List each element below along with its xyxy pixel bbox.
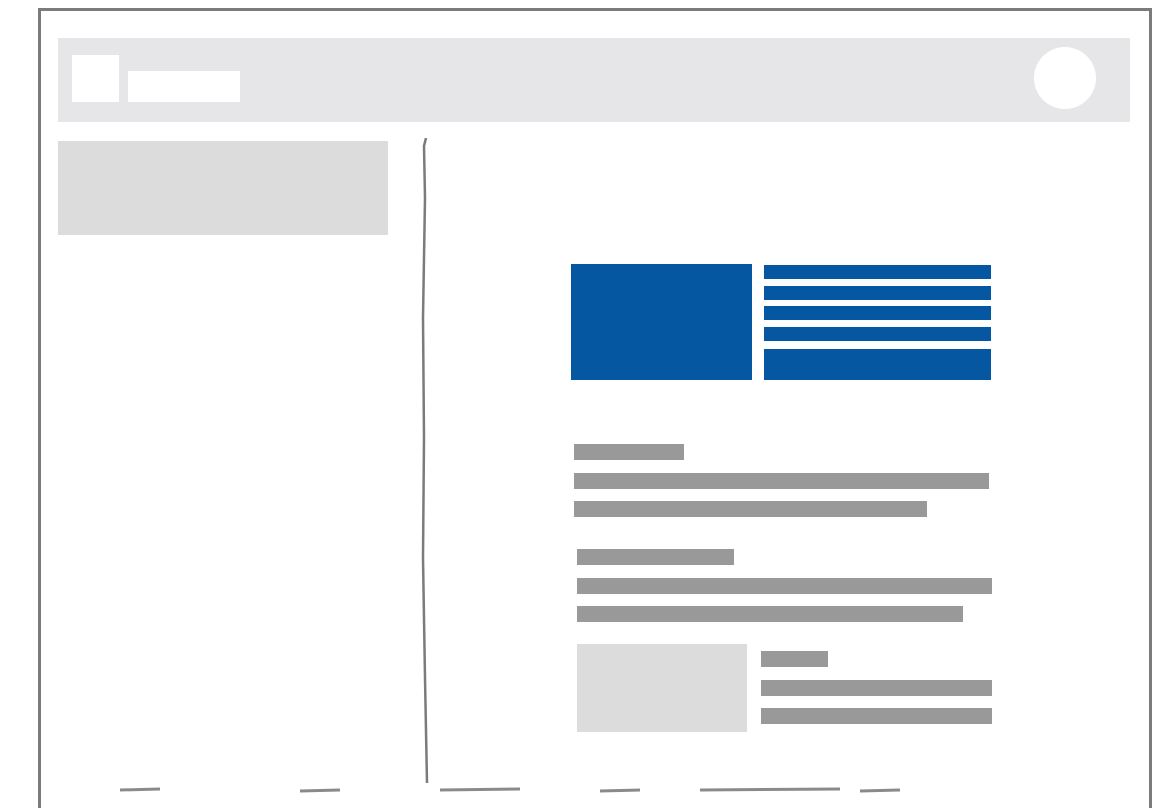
hero-action-button[interactable]	[764, 349, 991, 380]
brand-title-placeholder[interactable]	[128, 71, 240, 102]
hero-image-placeholder	[571, 264, 752, 380]
hero-text-line	[764, 327, 991, 341]
media-body-line	[761, 708, 992, 724]
hero-text-line	[764, 306, 991, 320]
media-thumbnail-placeholder[interactable]	[577, 644, 747, 732]
section-body-line	[574, 501, 927, 517]
section-body-line	[577, 606, 963, 622]
logo-icon[interactable]	[72, 55, 119, 102]
sidebar-panel[interactable]	[58, 141, 388, 235]
hero-text-line	[764, 265, 991, 279]
hero-text-line	[764, 286, 991, 300]
frame-bottom-edge	[119, 787, 901, 793]
section-body-line	[574, 473, 989, 489]
avatar-icon[interactable]	[1034, 47, 1096, 109]
media-body-line	[761, 680, 992, 696]
section-heading-placeholder	[574, 444, 684, 460]
section-body-line	[577, 578, 992, 594]
media-heading-placeholder	[761, 651, 828, 667]
section-heading-placeholder	[577, 549, 734, 565]
column-divider	[421, 138, 429, 783]
